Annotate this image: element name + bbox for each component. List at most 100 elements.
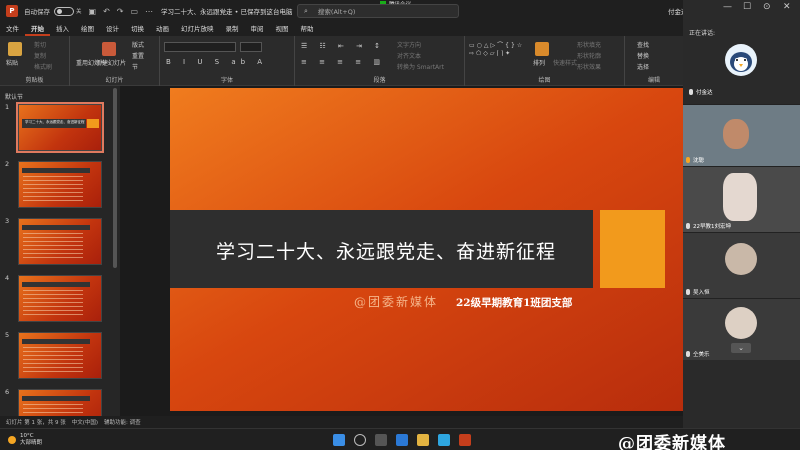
menu-animations[interactable]: 动画 xyxy=(150,22,175,36)
paste-button[interactable]: 粘贴 xyxy=(6,58,18,67)
slide-title[interactable]: 学习二十大、永远跟党走、奋进新征程 xyxy=(216,237,556,264)
format-painter-button[interactable]: 格式刷 xyxy=(34,62,52,71)
start-icon[interactable] xyxy=(333,434,345,446)
thumb-number: 5 xyxy=(5,331,10,339)
menu-record[interactable]: 录制 xyxy=(220,22,245,36)
present-icon[interactable]: ▭ xyxy=(130,7,138,16)
menu-design[interactable]: 设计 xyxy=(100,22,125,36)
reset-button[interactable]: 重置 xyxy=(132,51,144,60)
slide-thumbnail[interactable] xyxy=(18,389,102,416)
close-icon[interactable]: ✕ xyxy=(783,2,791,12)
slides-label: 幻灯片 xyxy=(105,77,124,84)
participant-label: 22早教1刘宏坤 xyxy=(686,222,731,230)
clipboard-label: 剪贴板 xyxy=(25,77,44,84)
arrange-icon[interactable] xyxy=(535,42,549,56)
accent-box xyxy=(600,210,665,288)
thumb-number: 1 xyxy=(5,103,10,111)
menu-insert[interactable]: 插入 xyxy=(50,22,75,36)
layout-button[interactable]: 版式 xyxy=(132,40,144,49)
search-placeholder: 搜索(Alt+Q) xyxy=(317,8,356,16)
menu-home[interactable]: 开始 xyxy=(25,22,50,36)
minimize-icon[interactable]: — xyxy=(723,2,732,12)
drawing-group: ▭○△▷⌒{}☆ ⇨⬠◇▱⌈⌉✦ 排列 快速样式 形状填充 形状轮廓 形状效果 … xyxy=(465,36,625,86)
align-buttons[interactable]: ≡ ≡ ≡ ≡ ▥ xyxy=(301,58,385,66)
save-icon[interactable]: ▣ xyxy=(89,7,97,16)
list-buttons[interactable]: ☰ ☷ ⇤ ⇥ ↕ xyxy=(301,42,385,50)
arrange-button[interactable]: 排列 xyxy=(533,58,545,67)
align-text-button[interactable]: 对齐文本 xyxy=(397,51,421,60)
participant-name: 付金达 xyxy=(696,90,713,96)
thumb-number: 2 xyxy=(5,160,10,168)
section-header[interactable]: 默认节 xyxy=(5,92,23,101)
shape-outline-button[interactable]: 形状轮廓 xyxy=(577,51,601,60)
search-input[interactable]: ⌕ 搜索(Alt+Q) xyxy=(297,4,459,18)
reuse-slide-button[interactable]: 重用幻灯片 xyxy=(76,58,106,67)
shape-fill-button[interactable]: 形状填充 xyxy=(577,40,601,49)
shape-effects-button[interactable]: 形状效果 xyxy=(577,62,601,71)
paste-icon[interactable] xyxy=(8,42,22,56)
slide-thumbnails-pane[interactable]: 默认节 1 学习二十大、永远跟党走、奋进新征程 2 3 4 5 6 xyxy=(0,86,120,416)
font-size-select[interactable] xyxy=(240,42,262,52)
speaker-name: 付金达 xyxy=(689,88,713,96)
slide-thumbnail[interactable] xyxy=(18,275,102,322)
mic-icon xyxy=(686,157,690,163)
drawing-label: 绘图 xyxy=(538,77,551,84)
maximize-icon[interactable]: ☐ xyxy=(743,2,751,12)
participant-video-tile[interactable]: 22早教1刘宏坤 xyxy=(683,166,800,232)
participant-tile[interactable]: 吴入恒 xyxy=(683,232,800,298)
slide-subtitle[interactable]: 22级早期教育1班团支部 xyxy=(456,295,572,310)
undo-icon[interactable]: ↶ xyxy=(103,7,110,16)
shapes-gallery[interactable]: ▭○△▷⌒{}☆ xyxy=(469,40,524,49)
font-name-select[interactable] xyxy=(164,42,236,52)
autosave-toggle[interactable] xyxy=(54,6,74,16)
menu-review[interactable]: 审阅 xyxy=(245,22,270,36)
font-format-buttons[interactable]: B I U S ab A xyxy=(166,58,267,66)
weather-text: 10°C 大部晴朗 xyxy=(20,433,42,447)
copy-button[interactable]: 复制 xyxy=(34,51,46,60)
menu-transitions[interactable]: 切换 xyxy=(125,22,150,36)
weather-widget[interactable]: 10°C 大部晴朗 xyxy=(8,433,42,447)
mic-icon xyxy=(689,89,693,95)
task-view-icon[interactable] xyxy=(375,434,387,446)
avatar xyxy=(725,44,757,76)
language-status[interactable]: 中文(中国) xyxy=(72,418,98,426)
thumbnails-scrollbar[interactable] xyxy=(113,88,117,268)
menu-view[interactable]: 视图 xyxy=(270,22,295,36)
menu-file[interactable]: 文件 xyxy=(0,22,25,36)
find-button[interactable]: 查找 xyxy=(637,40,649,49)
chevron-down-icon[interactable]: ⌄ xyxy=(731,343,751,353)
participant-video-tile[interactable]: 沈聪 xyxy=(683,104,800,166)
slide-thumbnail[interactable] xyxy=(18,332,102,379)
slide-thumbnail[interactable]: 学习二十大、永远跟党走、奋进新征程 xyxy=(16,102,104,153)
search-icon[interactable] xyxy=(354,434,366,446)
redo-icon[interactable]: ↷ xyxy=(117,7,124,16)
cut-button[interactable]: 剪切 xyxy=(34,40,46,49)
quick-styles-button[interactable]: 快速样式 xyxy=(553,58,577,67)
slide-thumbnail[interactable] xyxy=(18,218,102,265)
participant-name: 吴入恒 xyxy=(693,290,710,296)
thumb-title: 学习二十大、永远跟党走、奋进新征程 xyxy=(25,120,85,124)
smartart-button[interactable]: 转换为 SmartArt xyxy=(397,62,444,71)
slides-group: 新建幻灯片 重用幻灯片 版式 重置 节 幻灯片 xyxy=(70,36,160,86)
menu-slideshow[interactable]: 幻灯片放映 xyxy=(175,22,220,36)
edge-icon[interactable] xyxy=(396,434,408,446)
menu-help[interactable]: 帮助 xyxy=(295,22,320,36)
replace-button[interactable]: 替换 xyxy=(637,51,649,60)
pin-icon[interactable]: ⊙ xyxy=(763,2,771,12)
current-slide[interactable]: 学习二十大、永远跟党走、奋进新征程 @团委新媒体 22级早期教育1班团支部 xyxy=(170,88,745,411)
powerpoint-icon[interactable] xyxy=(459,434,471,446)
meeting-app-icon[interactable] xyxy=(438,434,450,446)
slide-thumbnail[interactable] xyxy=(18,161,102,208)
shapes-gallery-row2[interactable]: ⇨⬠◇▱⌈⌉✦ xyxy=(469,50,512,57)
new-slide-icon[interactable] xyxy=(102,42,116,56)
text-direction-button[interactable]: 文字方向 xyxy=(397,40,421,49)
menu-draw[interactable]: 绘图 xyxy=(75,22,100,36)
more-icon[interactable]: ⋯ xyxy=(145,7,153,16)
select-button[interactable]: 选择 xyxy=(637,62,649,71)
participant-label: 吴入恒 xyxy=(686,288,710,296)
section-button[interactable]: 节 xyxy=(132,62,138,71)
paragraph-group: ☰ ☷ ⇤ ⇥ ↕ ≡ ≡ ≡ ≡ ▥ 文字方向 对齐文本 转换为 SmartA… xyxy=(295,36,465,86)
avatar xyxy=(725,307,757,339)
file-explorer-icon[interactable] xyxy=(417,434,429,446)
accessibility-status[interactable]: 辅助功能: 调查 xyxy=(104,418,141,426)
